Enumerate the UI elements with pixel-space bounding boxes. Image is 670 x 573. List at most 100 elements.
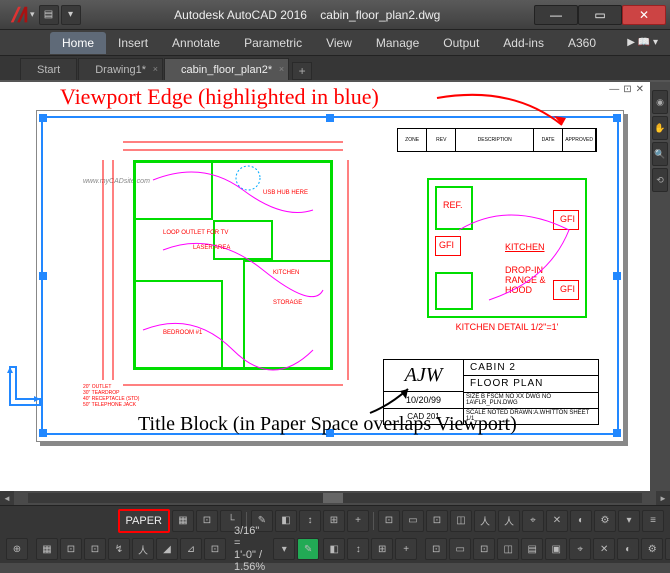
close-icon[interactable]: × <box>279 64 284 74</box>
status-button[interactable]: ▭ <box>449 538 471 560</box>
app-menu-dropdown-icon[interactable]: ▾ <box>30 9 35 20</box>
viewport-restore-icon[interactable]: ⊡ <box>623 84 631 95</box>
ribbon-tab-a360[interactable]: A360 <box>556 32 608 54</box>
status-button[interactable]: ◐ <box>617 538 639 560</box>
status-button[interactable]: ⊞ <box>323 510 345 532</box>
status-scale-text[interactable]: 3/16" = 1'-0" / 1.56% <box>228 525 271 573</box>
ribbon-tab-addins[interactable]: Add-ins <box>491 32 556 54</box>
status-grid-icon[interactable]: ▦ <box>36 538 58 560</box>
status-bar-lower: ⊕ ▦ ⊡ ⊡ ↯ 人 ◢ ⊿ ⊡ 3/16" = 1'-0" / 1.56% … <box>0 535 670 563</box>
maximize-button[interactable]: ▭ <box>578 5 622 25</box>
status-button[interactable]: ⊡ <box>204 538 226 560</box>
revision-block: ZONEREV DESCRIPTION DATEAPPROVED <box>397 128 597 152</box>
model-paper-toggle[interactable]: PAPER <box>118 509 170 533</box>
status-snap-icon[interactable]: ⊡ <box>196 510 218 532</box>
grip-handle[interactable] <box>39 429 47 437</box>
status-button[interactable]: ⌖ <box>522 510 544 532</box>
doc-tab-start[interactable]: Start <box>20 58 77 80</box>
status-button[interactable]: ⊿ <box>180 538 202 560</box>
status-button[interactable]: ▣ <box>545 538 567 560</box>
app-logo[interactable] <box>8 4 30 26</box>
ribbon-tab-annotate[interactable]: Annotate <box>160 32 232 54</box>
status-button[interactable]: ↕ <box>347 538 369 560</box>
nav-pan-icon[interactable]: ✋ <box>652 116 668 140</box>
quick-access-toolbar: ▤ ▾ <box>39 5 81 25</box>
status-button[interactable]: ◢ <box>156 538 178 560</box>
status-button[interactable]: ⊡ <box>425 538 447 560</box>
qat-dropdown-icon[interactable]: ▾ <box>61 5 81 25</box>
nav-orbit-icon[interactable]: ⟲ <box>652 168 668 192</box>
status-annoscale-icon[interactable]: 人 <box>132 538 154 560</box>
status-button[interactable]: + <box>347 510 369 532</box>
side-navigation-bar: ◉ ✋ 🔍 ⟲ <box>650 82 670 491</box>
status-button[interactable]: ▤ <box>521 538 543 560</box>
scroll-right-icon[interactable]: ► <box>656 491 670 505</box>
status-button[interactable]: ◫ <box>450 510 472 532</box>
status-button[interactable]: ⊞ <box>371 538 393 560</box>
title-bar: ▾ ▤ ▾ Autodesk AutoCAD 2016 cabin_floor_… <box>0 0 670 30</box>
status-button[interactable]: ✎ <box>297 538 319 560</box>
paper-space-sheet: ZONEREV DESCRIPTION DATEAPPROVED www.myC… <box>36 110 624 442</box>
grip-handle[interactable] <box>39 114 47 122</box>
status-button[interactable]: ✕ <box>593 538 615 560</box>
status-button[interactable]: ⊡ <box>378 510 400 532</box>
nav-wheel-icon[interactable]: ◉ <box>652 90 668 114</box>
status-button[interactable]: ✕ <box>546 510 568 532</box>
status-units-icon[interactable]: ◐ <box>570 510 592 532</box>
title-block-project: CABIN 2 <box>464 360 598 376</box>
status-button[interactable]: ◫ <box>497 538 519 560</box>
ribbon-tab-parametric[interactable]: Parametric <box>232 32 314 54</box>
ribbon-tab-view[interactable]: View <box>314 32 364 54</box>
close-icon[interactable]: × <box>153 64 158 74</box>
viewport-frame[interactable]: ZONEREV DESCRIPTION DATEAPPROVED www.myC… <box>41 116 619 435</box>
status-dropdown-icon[interactable]: ▾ <box>665 538 670 560</box>
ribbon-tab-manage[interactable]: Manage <box>364 32 431 54</box>
status-button[interactable]: ↕ <box>299 510 321 532</box>
ribbon-tab-output[interactable]: Output <box>431 32 491 54</box>
status-button[interactable]: 人 <box>474 510 496 532</box>
status-button[interactable]: ⌖ <box>569 538 591 560</box>
doc-tab-drawing1[interactable]: Drawing1*× <box>78 58 163 80</box>
ribbon-tab-insert[interactable]: Insert <box>106 32 160 54</box>
grip-handle[interactable] <box>613 429 621 437</box>
status-dropdown-icon[interactable]: ▾ <box>618 510 640 532</box>
status-osnap-icon[interactable]: ◧ <box>275 510 297 532</box>
grip-handle[interactable] <box>39 272 47 280</box>
viewport-minimize-icon[interactable]: — <box>609 84 619 95</box>
scroll-left-icon[interactable]: ◄ <box>0 491 14 505</box>
status-dynamic-icon[interactable]: ↯ <box>108 538 130 560</box>
status-button[interactable]: ▭ <box>402 510 424 532</box>
status-button[interactable]: + <box>395 538 417 560</box>
ribbon-overflow-icon[interactable]: ▶ 📖 ▾ <box>621 37 664 48</box>
viewport-close-icon[interactable]: ✕ <box>636 84 644 95</box>
annotation-top: Viewport Edge (highlighted in blue) <box>60 84 379 110</box>
status-snap-icon[interactable]: ⊡ <box>60 538 82 560</box>
doc-tab-cabin[interactable]: cabin_floor_plan2*× <box>164 58 289 80</box>
status-button[interactable]: ⊡ <box>473 538 495 560</box>
annotation-bottom: Title Block (in Paper Space overlaps Vie… <box>138 413 517 436</box>
status-grid-icon[interactable]: ▦ <box>172 510 194 532</box>
status-button[interactable]: ⊡ <box>426 510 448 532</box>
grip-handle[interactable] <box>613 272 621 280</box>
grip-handle[interactable] <box>613 114 621 122</box>
status-dropdown-icon[interactable]: ▾ <box>273 538 295 560</box>
horizontal-scrollbar[interactable]: ◄ ► <box>0 491 670 505</box>
nav-zoom-icon[interactable]: 🔍 <box>652 142 668 166</box>
minimize-button[interactable]: — <box>534 5 578 25</box>
new-tab-button[interactable]: + <box>292 62 312 80</box>
status-settings-icon[interactable]: ⚙ <box>641 538 663 560</box>
grip-handle[interactable] <box>326 114 334 122</box>
status-settings-icon[interactable]: ⚙ <box>594 510 616 532</box>
ribbon-tab-home[interactable]: Home <box>50 32 106 54</box>
status-button[interactable]: ◧ <box>323 538 345 560</box>
ribbon-tabs: Home Insert Annotate Parametric View Man… <box>0 30 670 56</box>
annotation-arrow-icon <box>432 90 572 130</box>
status-button[interactable]: ⊡ <box>84 538 106 560</box>
close-button[interactable]: ✕ <box>622 5 666 25</box>
status-scale-icon[interactable]: 人 <box>498 510 520 532</box>
scrollbar-thumb[interactable] <box>323 493 343 503</box>
drawing-canvas[interactable]: — ⊡ ✕ Viewport Edge (highlighted in blue… <box>0 82 650 491</box>
qat-button[interactable]: ▤ <box>39 5 59 25</box>
status-menu-icon[interactable]: ≡ <box>642 510 664 532</box>
status-model-icon[interactable]: ⊕ <box>6 538 28 560</box>
